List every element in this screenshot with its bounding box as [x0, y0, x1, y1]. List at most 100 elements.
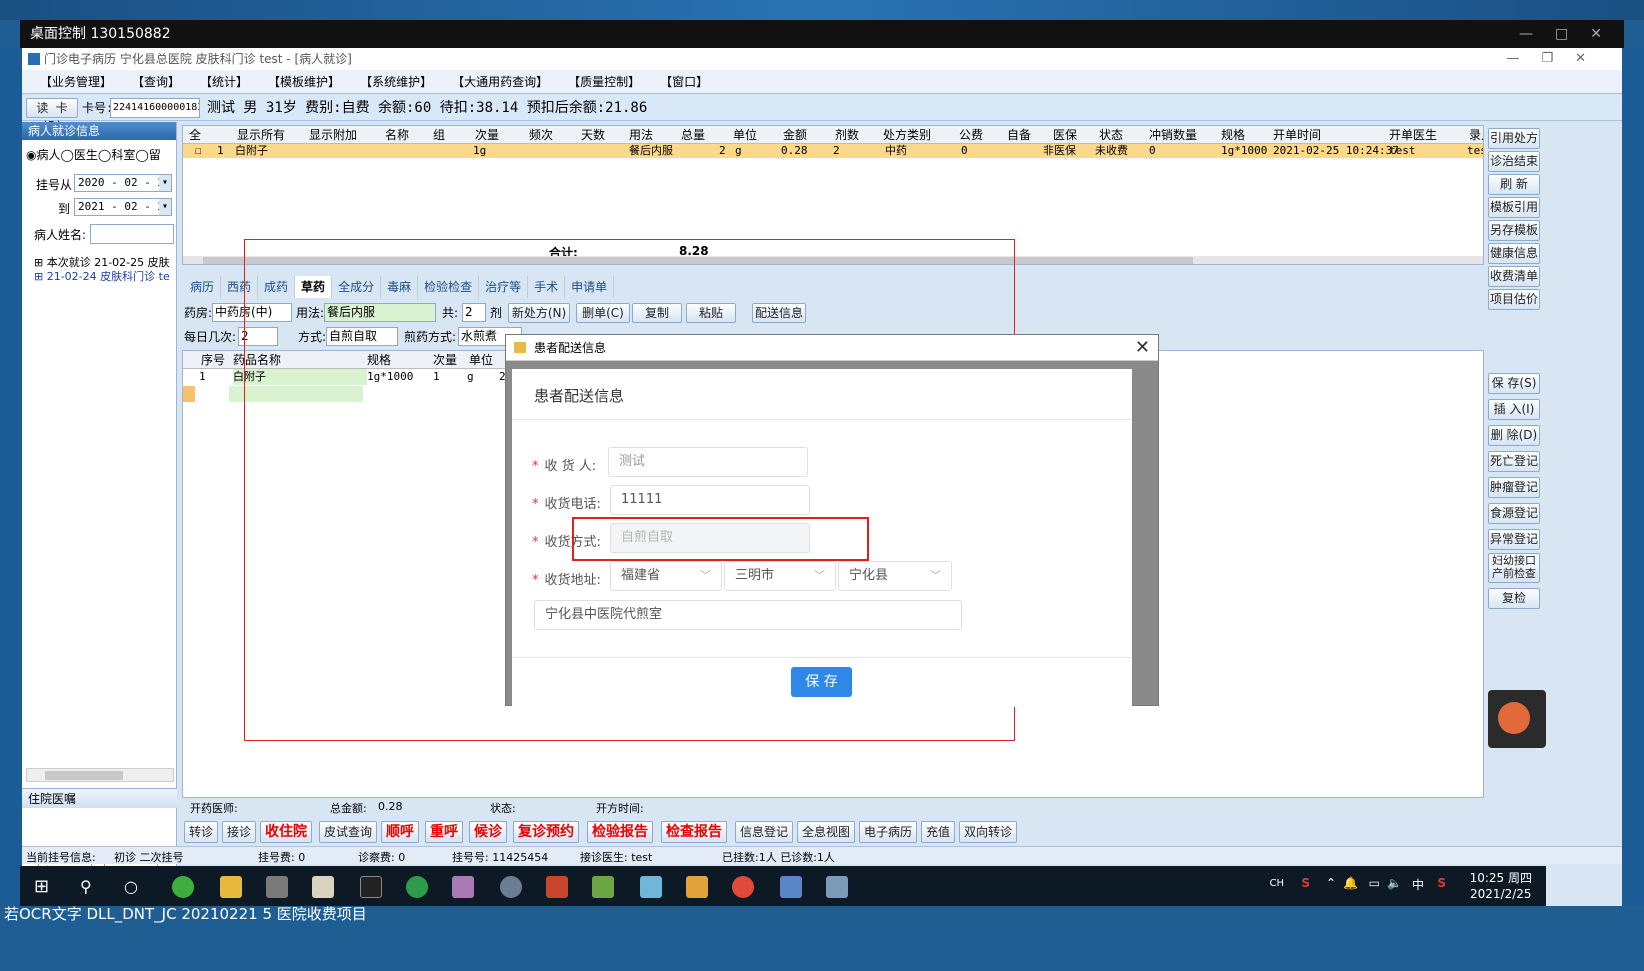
window-controls[interactable]: —❐✕: [1506, 48, 1608, 70]
app-icon[interactable]: [780, 876, 802, 898]
language-indicator[interactable]: 中: [1412, 876, 1424, 893]
right-button-8[interactable]: 保 存(S): [1488, 373, 1540, 394]
right-button-12[interactable]: 肿瘤登记: [1488, 477, 1540, 498]
right-button-1[interactable]: 诊治结束: [1488, 151, 1540, 172]
table-row[interactable]: ☐ 1 白附子 1g 餐后内服 2 g 0.28 2 中药 0 非医保 未收费 0 1g*1000 2021-…: [183, 144, 1483, 158]
county-select[interactable]: 宁化县 ﹀: [838, 561, 952, 591]
reg-from-date[interactable]: 2020 - 02 - 26: [74, 174, 172, 192]
menu-item-0[interactable]: 【业务管理】: [40, 70, 112, 93]
right-button-10[interactable]: 删 除(D): [1488, 425, 1540, 446]
action-button-13[interactable]: 充值: [921, 821, 956, 843]
tree-item-previous-visit[interactable]: ⊞ 21-02-24 皮肤科门诊 te: [34, 268, 176, 284]
app-icon[interactable]: [686, 876, 708, 898]
reg-to-date[interactable]: 2021 - 02 - 25: [74, 198, 172, 216]
action-button-5[interactable]: 重呼: [425, 821, 463, 843]
app-icon[interactable]: [826, 876, 848, 898]
search-type-radios[interactable]: ◉病人◯医生◯科室◯留: [26, 146, 161, 163]
floating-widget-icon[interactable]: [1488, 690, 1546, 748]
menu-item-2[interactable]: 【统计】: [200, 70, 248, 93]
pharmacy-label: 药房:: [184, 306, 213, 320]
excel-icon[interactable]: [406, 876, 428, 898]
action-button-0[interactable]: 转诊: [184, 821, 219, 843]
action-button-2[interactable]: 收住院: [260, 821, 312, 843]
task-view-icon[interactable]: ○: [124, 876, 146, 898]
right-button-15[interactable]: 妇幼接口 产前检查: [1488, 553, 1540, 583]
search-icon[interactable]: ⚲: [80, 876, 102, 898]
right-button-11[interactable]: 死亡登记: [1488, 451, 1540, 472]
read-card-button[interactable]: 读 卡(R): [26, 98, 78, 133]
right-button-5[interactable]: 健康信息: [1488, 243, 1540, 264]
right-button-13[interactable]: 食源登记: [1488, 503, 1540, 524]
sogou-icon[interactable]: S: [1301, 876, 1310, 890]
action-button-4[interactable]: 顺呼: [381, 821, 419, 843]
right-button-9[interactable]: 插 入(I): [1488, 399, 1540, 420]
right-button-16[interactable]: 复检: [1488, 588, 1540, 609]
network-tool-icon[interactable]: [266, 876, 288, 898]
action-button-11[interactable]: 全息视图: [797, 821, 856, 843]
action-button-12[interactable]: 电子病历: [859, 821, 918, 843]
right-button-0[interactable]: 引用处方: [1488, 128, 1540, 149]
right-button-7[interactable]: 项目估价: [1488, 289, 1540, 310]
phone-input[interactable]: 11111: [610, 485, 810, 515]
action-button-14[interactable]: 双向转诊: [959, 821, 1018, 843]
ime-indicator[interactable]: CH: [1269, 878, 1284, 889]
right-button-6[interactable]: 收费清单: [1488, 266, 1540, 287]
menu-item-7[interactable]: 【窗口】: [660, 70, 708, 93]
app-icon[interactable]: [500, 876, 522, 898]
action-button-1[interactable]: 接诊: [222, 821, 257, 843]
sogou-icon[interactable]: S: [1437, 876, 1446, 890]
city-select[interactable]: 三明市 ﹀: [724, 561, 836, 591]
notepad-icon[interactable]: [592, 876, 614, 898]
patient-name-input[interactable]: [90, 224, 174, 244]
action-button-9[interactable]: 检查报告: [661, 821, 727, 843]
herb-cell: 1: [199, 370, 206, 383]
folder-icon[interactable]: [220, 876, 242, 898]
action-button-6[interactable]: 候诊: [469, 821, 507, 843]
menu-item-1[interactable]: 【查询】: [132, 70, 180, 93]
grid-cell: 2: [833, 144, 840, 157]
chevron-up-icon[interactable]: ⌃: [1326, 876, 1336, 890]
remote-window-controls[interactable]: —□✕: [1519, 20, 1624, 48]
card-number-input[interactable]: 224141600000183: [110, 98, 200, 118]
right-button-2[interactable]: 刷 新: [1488, 174, 1540, 195]
grid-cell: test: [1467, 144, 1483, 157]
action-button-8[interactable]: 检验报告: [587, 821, 653, 843]
address-detail-input[interactable]: 宁化县中医院代煎室: [534, 600, 962, 630]
right-button-3[interactable]: 模板引用: [1488, 197, 1540, 218]
close-icon[interactable]: ✕: [1135, 335, 1150, 361]
browser-icon[interactable]: [172, 876, 194, 898]
save-button[interactable]: 保 存: [791, 667, 852, 697]
menu-item-4[interactable]: 【系统维护】: [360, 70, 432, 93]
divider: [512, 657, 1132, 658]
action-button-10[interactable]: 信息登记: [735, 821, 794, 843]
left-panel-scrollbar[interactable]: [26, 768, 174, 782]
app-icon[interactable]: [546, 876, 568, 898]
volume-icon[interactable]: 🔈: [1387, 876, 1402, 890]
right-button-4[interactable]: 另存模板: [1488, 220, 1540, 241]
province-select[interactable]: 福建省 ﹀: [610, 561, 722, 591]
menu-item-3[interactable]: 【模板维护】: [268, 70, 340, 93]
clock-date: 2021/2/25: [1470, 887, 1532, 901]
tab-0[interactable]: 病历: [184, 276, 222, 298]
checkbox[interactable]: ☐: [195, 144, 202, 158]
receiving-doctor: 接诊医生: test: [580, 851, 653, 864]
action-button-7[interactable]: 复诊预约: [513, 821, 579, 843]
app-icon[interactable]: [312, 876, 334, 898]
windows-start-icon[interactable]: ⊞: [34, 876, 56, 898]
grid-header-cell: 状态: [1099, 128, 1124, 142]
receiver-input[interactable]: 测试: [608, 447, 808, 477]
action-button-3[interactable]: 皮试查询: [319, 821, 378, 843]
chrome-icon[interactable]: [732, 876, 754, 898]
app-icon[interactable]: [452, 876, 474, 898]
remote-window-title: 桌面控制 130150882: [20, 20, 1624, 48]
network-icon[interactable]: ▭: [1369, 876, 1380, 890]
app-icon[interactable]: [640, 876, 662, 898]
menu-item-5[interactable]: 【大通用药查询】: [452, 70, 548, 93]
clock[interactable]: 10:25 周四 2021/2/25: [1470, 870, 1532, 902]
terminal-icon[interactable]: [360, 876, 382, 898]
right-button-14[interactable]: 异常登记: [1488, 529, 1540, 550]
grid-header-cell: 用法: [629, 128, 654, 142]
menu-item-6[interactable]: 【质量控制】: [568, 70, 640, 93]
bell-icon[interactable]: 🔔: [1343, 876, 1358, 890]
grid-cell: 2021-02-25 10:24:37: [1273, 144, 1399, 157]
